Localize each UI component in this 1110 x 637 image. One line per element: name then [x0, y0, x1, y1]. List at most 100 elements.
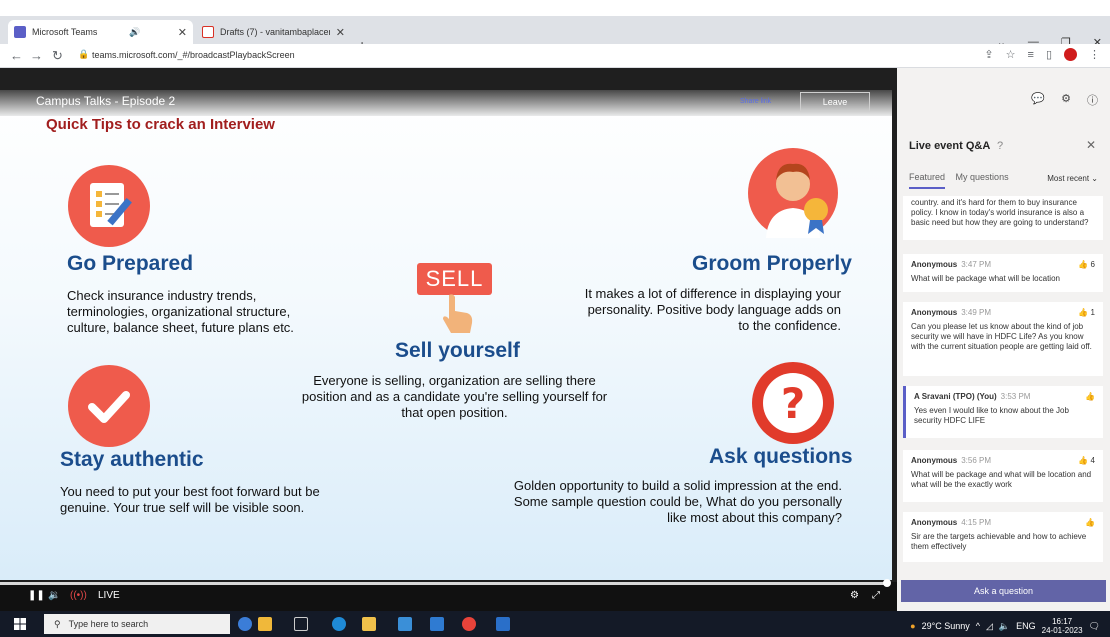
like-count[interactable]: 👍 4: [1078, 456, 1095, 466]
forward-icon[interactable]: →: [30, 48, 43, 63]
sell-yourself-text: Everyone is selling, organization are se…: [301, 373, 608, 420]
sell-sign-icon: SELL: [417, 263, 492, 295]
episode-title: Campus Talks - Episode 2: [36, 94, 176, 108]
search-icon: ⚲: [54, 618, 61, 629]
share-link[interactable]: Share link: [740, 98, 771, 105]
checklist-icon: [68, 165, 150, 247]
question-text: Yes even I would like to know about the …: [914, 406, 1069, 425]
tab-teams[interactable]: Microsoft Teams 🔊 ✕: [8, 20, 193, 44]
store-icon[interactable]: [398, 617, 412, 631]
close-icon[interactable]: ✕: [1086, 138, 1096, 152]
groom-properly-heading: Groom Properly: [692, 252, 852, 275]
ask-questions-heading: Ask questions: [709, 445, 853, 468]
top-strip: [0, 0, 1110, 16]
volume-icon[interactable]: 🔈: [999, 621, 1010, 632]
video-player: Campus Talks - Episode 2 Share link Leav…: [0, 68, 897, 611]
mail-icon[interactable]: [430, 617, 444, 631]
tab-close-icon[interactable]: ✕: [178, 26, 187, 39]
event-header: Campus Talks - Episode 2 Share link Leav…: [0, 90, 892, 116]
stay-authentic-text: You need to put your best foot forward b…: [60, 484, 320, 515]
network-icon[interactable]: ◿: [986, 621, 993, 632]
taskbar-search-input[interactable]: ⚲ Type here to search: [44, 614, 230, 634]
go-prepared-heading: Go Prepared: [67, 252, 194, 275]
live-indicator-icon: ((•)): [70, 590, 87, 601]
chrome-icon[interactable]: [462, 617, 476, 631]
file-explorer-icon[interactable]: [362, 617, 376, 631]
system-tray: ● 29°C Sunny ^ ◿ 🔈 ENG 16:17 24-01-2023 …: [910, 617, 1100, 635]
groom-properly-text: It makes a lot of difference in displayi…: [584, 286, 841, 333]
edge-icon[interactable]: [332, 617, 346, 631]
thumbs-up-icon[interactable]: 👍: [1085, 518, 1095, 528]
go-prepared-text: Check insurance industry trends, termino…: [67, 288, 294, 335]
question-list[interactable]: country. and it's hard for them to buy i…: [903, 196, 1103, 568]
ask-question-button[interactable]: Ask a question: [901, 580, 1106, 602]
menu-kebab-icon[interactable]: ⋮: [1089, 48, 1100, 61]
qa-panel: 💬 ⚙ ⓘ Live event Q&A ? ✕ Featured My que…: [897, 68, 1110, 611]
qa-chat-icon[interactable]: 💬: [1031, 92, 1045, 112]
reload-icon[interactable]: ↻: [52, 48, 63, 64]
volume-icon[interactable]: 🔉: [48, 590, 60, 601]
stay-authentic-heading: Stay authentic: [60, 448, 204, 471]
like-count[interactable]: 👍 1: [1078, 308, 1095, 318]
question-text: country. and it's hard for them to buy i…: [911, 198, 1089, 227]
settings-icon[interactable]: ⚙: [1061, 92, 1071, 112]
tab-my-questions[interactable]: My questions: [956, 172, 1009, 182]
pinned-app-icon[interactable]: [258, 617, 272, 631]
side-panel-icon[interactable]: ▯: [1046, 48, 1052, 61]
url-field[interactable]: teams.microsoft.com/_#/broadcastPlayback…: [92, 50, 295, 60]
sort-dropdown[interactable]: Most recent ⌄: [1047, 174, 1098, 183]
leave-button[interactable]: Leave: [800, 92, 870, 112]
language-indicator[interactable]: ENG: [1016, 621, 1036, 631]
clock[interactable]: 16:17 24-01-2023: [1042, 617, 1083, 635]
list-item: Anonymous 3:56 PM 👍 4 What will be packag…: [903, 450, 1103, 502]
help-icon[interactable]: ?: [997, 140, 1003, 152]
person-icon: [748, 148, 838, 238]
tab-audio-icon[interactable]: 🔊: [129, 27, 140, 38]
question-author: Anonymous: [911, 518, 958, 527]
tab-teams-title: Microsoft Teams: [32, 27, 98, 37]
weather-text[interactable]: 29°C Sunny: [922, 621, 970, 631]
pause-icon[interactable]: ❚❚: [28, 590, 45, 601]
question-author: A Sravani (TPO) (You): [914, 392, 997, 401]
thumbs-up-icon: 👍: [1078, 456, 1089, 465]
photos-icon[interactable]: [496, 617, 510, 631]
tab-close-icon[interactable]: ✕: [336, 26, 345, 39]
svg-text:?: ?: [781, 379, 805, 428]
hand-pointer-icon: [443, 294, 473, 333]
task-view-icon[interactable]: [294, 617, 308, 631]
gmail-favicon-icon: [202, 26, 214, 38]
question-text: What will be package and what will be lo…: [911, 470, 1092, 489]
tab-gmail[interactable]: Drafts (7) - vanitambaplacement ✕: [196, 20, 351, 44]
ask-questions-text: Golden opportunity to build a solid impr…: [513, 478, 842, 525]
like-number: 1: [1090, 308, 1095, 317]
reading-list-icon[interactable]: ≡: [1028, 49, 1034, 61]
search-placeholder: Type here to search: [68, 619, 149, 629]
settings-gear-icon[interactable]: ⚙: [850, 590, 859, 601]
notification-icon[interactable]: 🗨: [1089, 621, 1100, 632]
cortana-app-icon[interactable]: [238, 617, 252, 631]
tab-featured[interactable]: Featured: [909, 172, 946, 189]
thumbs-up-icon[interactable]: 👍: [1085, 392, 1095, 402]
profile-avatar[interactable]: [1064, 48, 1077, 61]
question-mark-icon: ?: [752, 362, 834, 444]
question-text: What will be package what will be locati…: [911, 274, 1060, 283]
progress-knob[interactable]: [883, 579, 891, 587]
share-icon[interactable]: ⇪: [984, 48, 993, 61]
chevron-up-icon[interactable]: ^: [976, 621, 980, 631]
windows-start-icon[interactable]: [14, 618, 26, 630]
thumbs-up-icon: 👍: [1078, 260, 1089, 269]
question-time: 3:56 PM: [961, 456, 992, 465]
clock-time: 16:17: [1052, 617, 1073, 626]
info-icon[interactable]: ⓘ: [1087, 92, 1098, 112]
list-item: Anonymous 4:15 PM 👍 Sir are the targets a…: [903, 512, 1103, 562]
question-text: Sir are the targets achievable and how t…: [911, 532, 1087, 551]
like-count[interactable]: 👍 6: [1078, 260, 1095, 270]
progress-bar[interactable]: [0, 582, 890, 585]
bookmark-star-icon[interactable]: ☆: [1006, 48, 1016, 61]
fullscreen-icon[interactable]: ⤢: [872, 590, 880, 601]
panel-toolbar: 💬 ⚙ ⓘ: [897, 68, 1110, 112]
chevron-down-icon: ⌄: [1091, 174, 1098, 183]
back-icon[interactable]: ←: [10, 48, 23, 63]
checkmark-icon: [68, 365, 150, 447]
list-item: Anonymous 3:47 PM 👍 6 What will be packag…: [903, 254, 1103, 292]
